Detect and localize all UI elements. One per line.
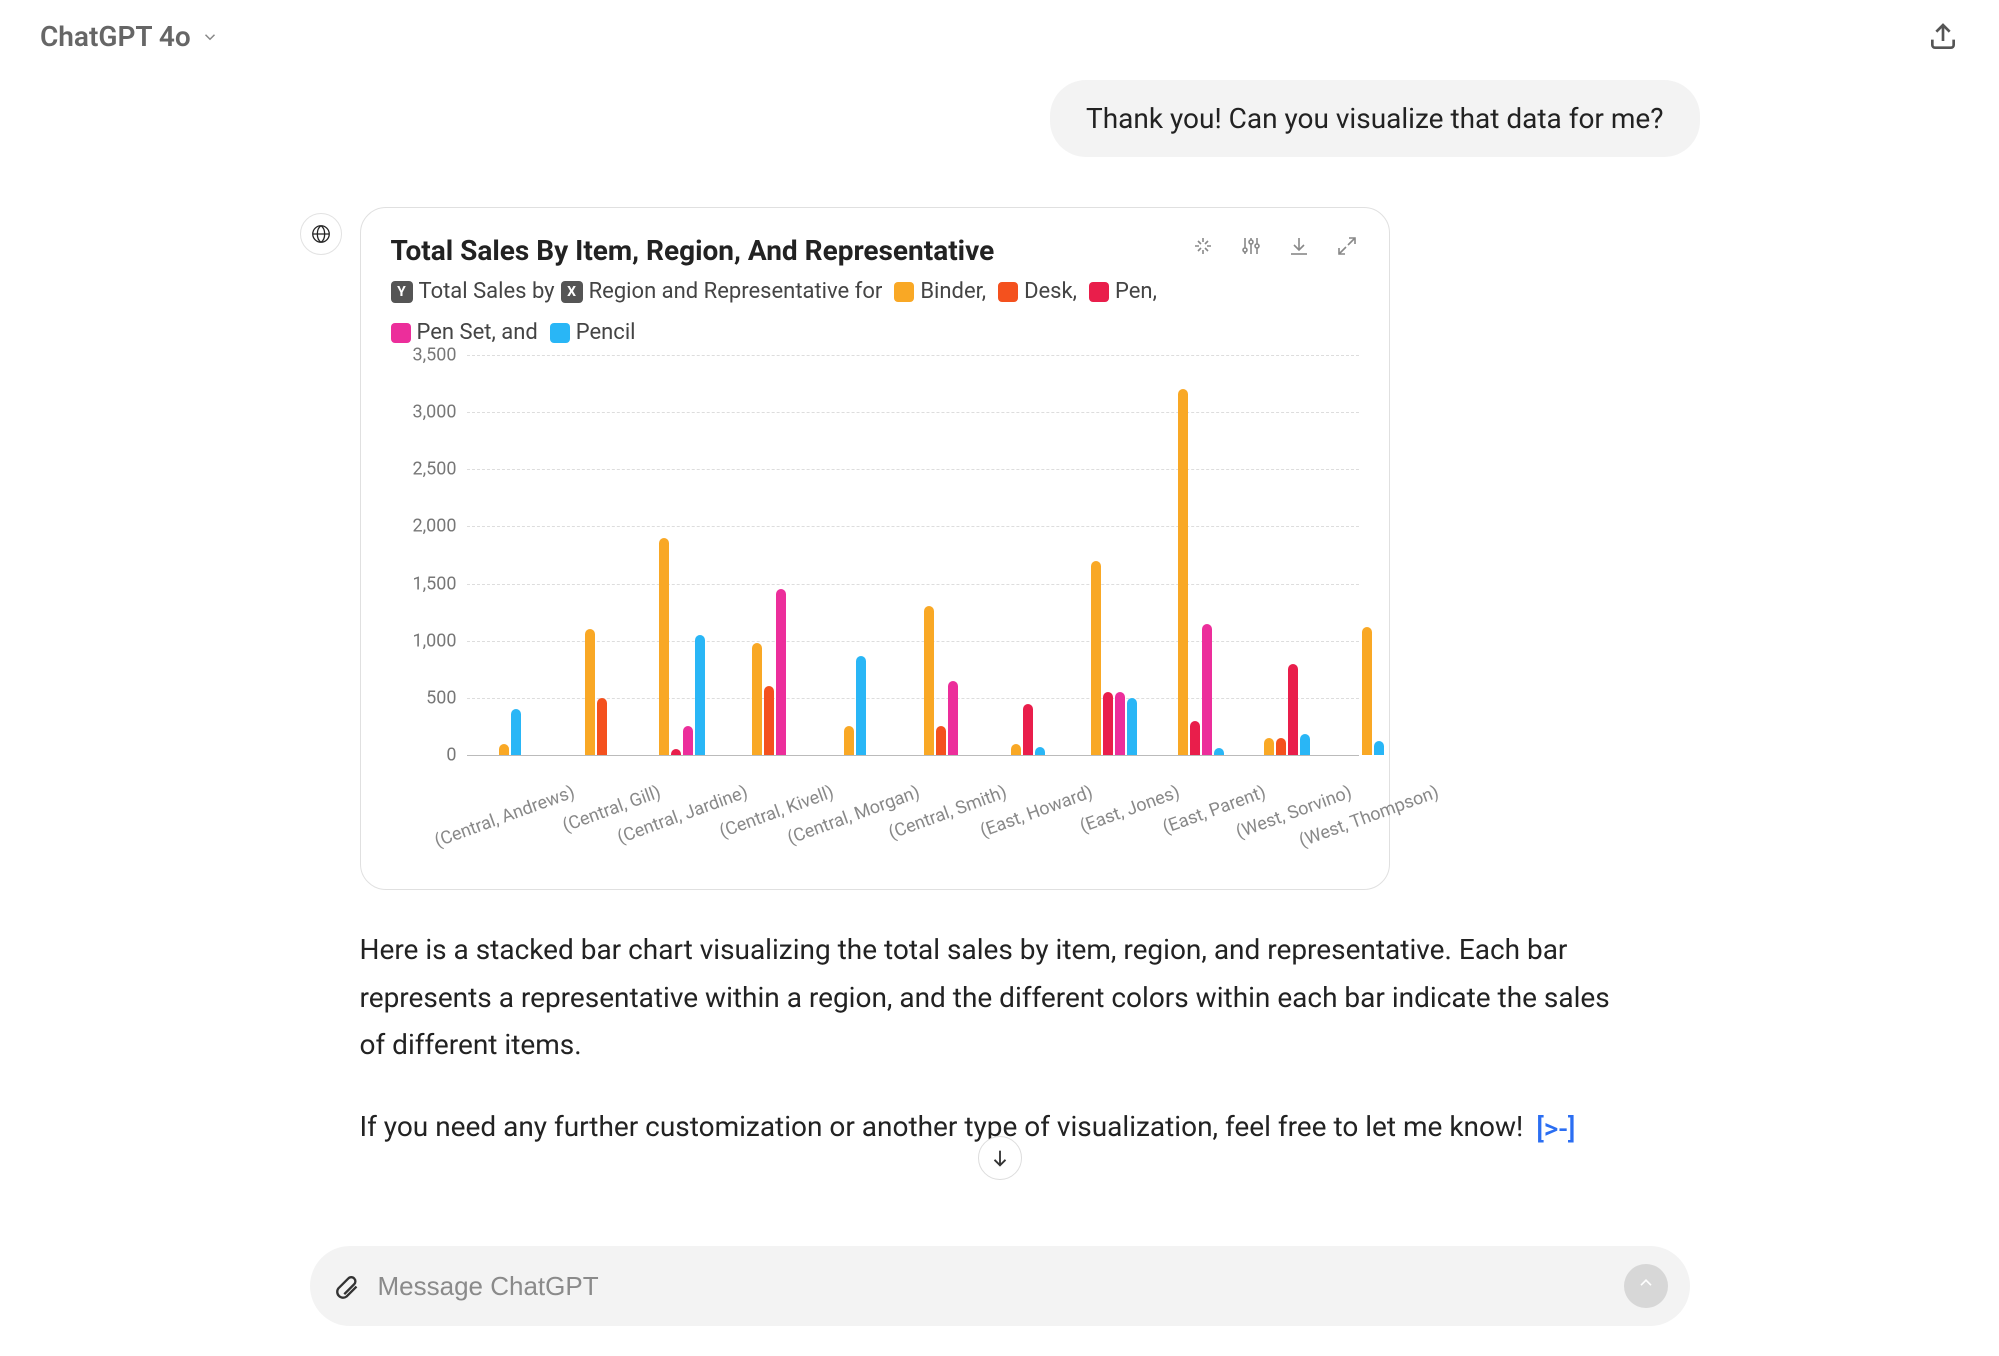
y-tick: 3,000 (412, 402, 456, 423)
bar-pencil (1300, 734, 1310, 755)
legend-item: Pencil (576, 320, 636, 345)
expand-icon[interactable] (1335, 234, 1359, 258)
bar-binder (752, 643, 762, 755)
y-axis-tag: Y (391, 281, 413, 303)
bar-group (1161, 389, 1239, 755)
y-tick: 1,500 (412, 573, 456, 594)
bar-pen (671, 749, 681, 755)
bar-binder (1264, 738, 1274, 755)
bar-pen (1288, 664, 1298, 755)
bar-binder (924, 606, 934, 755)
code-reference-icon[interactable]: [>-] (1536, 1105, 1575, 1153)
legend-item: Pen, (1115, 279, 1157, 304)
bar-binder (585, 629, 595, 755)
bar-penset (948, 681, 958, 755)
y-tick: 500 (426, 687, 456, 708)
scroll-to-bottom-button[interactable] (978, 1136, 1022, 1180)
swatch-pen (1089, 282, 1109, 302)
bar-group (557, 629, 635, 755)
assistant-paragraph: Here is a stacked bar chart visualizing … (360, 926, 1640, 1069)
bar-binder (659, 538, 669, 755)
bar-group (1075, 561, 1153, 755)
sparkle-icon[interactable] (1191, 234, 1215, 258)
assistant-response: Here is a stacked bar chart visualizing … (360, 926, 1640, 1152)
bar-pencil (856, 656, 866, 755)
y-tick: 0 (446, 745, 456, 766)
bar-group (902, 606, 980, 755)
send-button[interactable] (1624, 1264, 1668, 1308)
y-tick: 3,500 (412, 345, 456, 366)
bar-group (471, 709, 549, 755)
legend-text: Total Sales by (419, 279, 555, 304)
bar-pencil (1214, 748, 1224, 755)
chart-title: Total Sales By Item, Region, And Represe… (391, 234, 995, 267)
openai-logo-icon (310, 223, 332, 245)
share-icon (1927, 21, 1959, 53)
swatch-penset (391, 323, 411, 343)
bar-desk (597, 698, 607, 755)
legend-item: Pen Set, and (417, 320, 538, 345)
bar-pencil (511, 709, 521, 755)
user-message: Thank you! Can you visualize that data f… (1050, 80, 1699, 157)
legend-text: Region and Representative for (589, 279, 883, 304)
message-input[interactable] (378, 1271, 1606, 1302)
legend-item: Binder, (920, 279, 986, 304)
message-composer (310, 1246, 1690, 1326)
assistant-avatar (300, 213, 342, 255)
bar-penset (1115, 692, 1125, 755)
bar-pen (1190, 721, 1200, 755)
swatch-pencil (550, 323, 570, 343)
y-tick: 2,000 (412, 516, 456, 537)
bar-pencil (1035, 747, 1045, 755)
bar-desk (764, 686, 774, 755)
y-tick: 1,000 (412, 630, 456, 651)
model-selector[interactable]: ChatGPT 4o (40, 20, 219, 53)
x-axis-tag: X (561, 281, 583, 303)
bar-binder (1011, 744, 1021, 755)
bar-desk (936, 726, 946, 755)
model-name: ChatGPT 4o (40, 20, 191, 53)
swatch-desk (998, 282, 1018, 302)
download-icon[interactable] (1287, 234, 1311, 258)
bar-group (730, 589, 808, 755)
bar-pen (1023, 704, 1033, 755)
adjust-icon[interactable] (1239, 234, 1263, 258)
arrow-up-icon (1636, 1276, 1656, 1296)
chevron-down-icon (201, 28, 219, 46)
bar-group (1334, 627, 1412, 755)
attachment-icon[interactable] (332, 1272, 360, 1300)
bar-penset (683, 726, 693, 755)
bar-penset (776, 589, 786, 755)
legend-item: Desk, (1024, 279, 1077, 304)
bar-pencil (1127, 698, 1137, 755)
bar-penset (1202, 624, 1212, 755)
bar-binder (1091, 561, 1101, 755)
bar-binder (1178, 389, 1188, 755)
share-button[interactable] (1927, 21, 1959, 53)
bar-group (989, 704, 1067, 755)
swatch-binder (894, 282, 914, 302)
bar-binder (844, 726, 854, 755)
bar-desk (1276, 738, 1286, 755)
chart-plot-area: 05001,0001,5002,0002,5003,0003,500 (391, 355, 1359, 755)
bar-group (1248, 664, 1326, 755)
bar-pencil (695, 635, 705, 755)
bar-group (643, 538, 721, 755)
bar-binder (1362, 627, 1372, 755)
chart-legend: Y Total Sales by X Region and Representa… (391, 279, 1359, 345)
chart-card: Total Sales By Item, Region, And Represe… (360, 207, 1390, 890)
arrow-down-icon (989, 1147, 1011, 1169)
bar-pencil (1374, 741, 1384, 755)
bar-pen (1103, 692, 1113, 755)
y-tick: 2,500 (412, 459, 456, 480)
bar-binder (499, 744, 509, 755)
bar-group (816, 656, 894, 755)
